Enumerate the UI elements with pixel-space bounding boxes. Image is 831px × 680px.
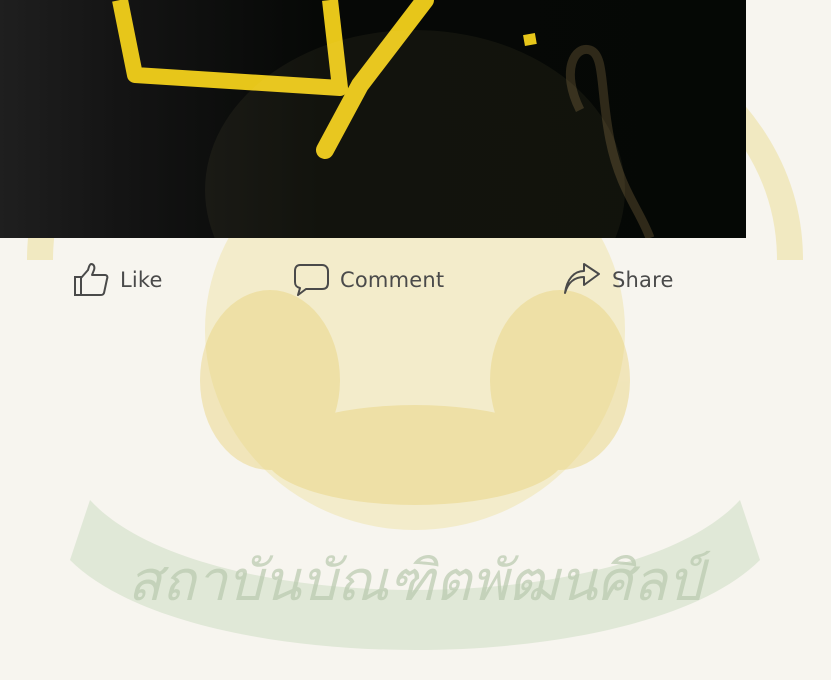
watermark-text: สถาบันบัณฑิตพัฒนศิลป์ xyxy=(128,549,712,614)
share-arrow-icon xyxy=(562,262,602,298)
comment-label: Comment xyxy=(340,268,445,292)
like-label: Like xyxy=(120,268,163,292)
speech-bubble-icon xyxy=(292,262,330,298)
like-button[interactable]: Like xyxy=(72,258,163,302)
share-label: Share xyxy=(612,268,674,292)
photo-content xyxy=(112,0,655,238)
post-action-bar: Like Comment Share xyxy=(0,252,831,312)
share-button[interactable]: Share xyxy=(562,258,674,302)
thumbs-up-icon xyxy=(72,262,110,298)
post-photo[interactable] xyxy=(0,0,746,238)
comment-button[interactable]: Comment xyxy=(292,258,444,302)
